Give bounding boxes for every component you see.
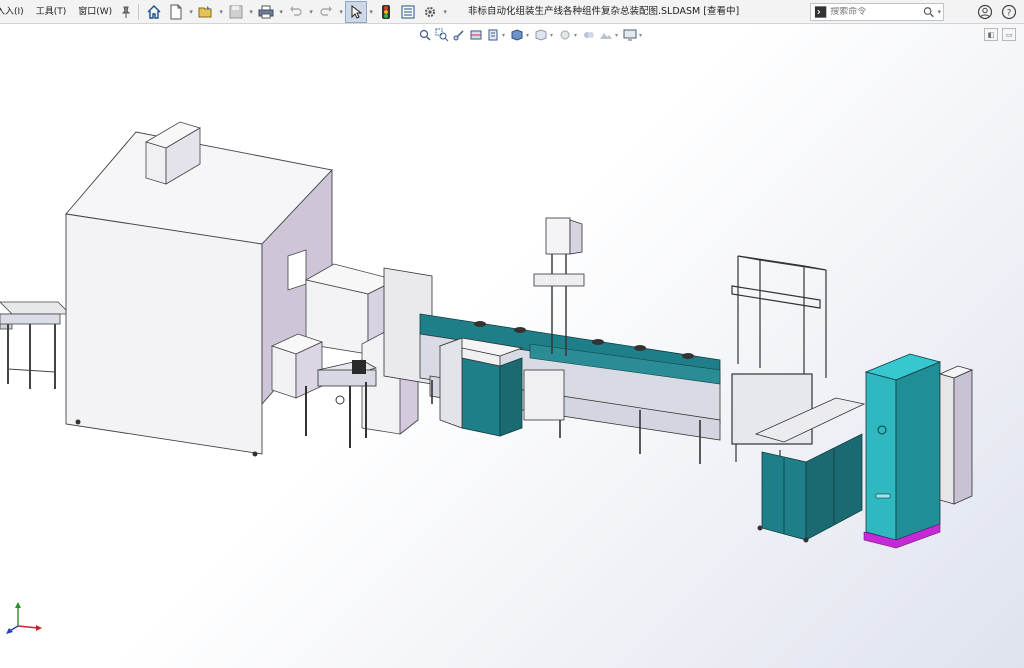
restore-window-icon[interactable]: ◧: [984, 28, 998, 41]
redo-dropdown-icon[interactable]: ▾: [337, 8, 345, 16]
search-box[interactable]: ▾: [810, 3, 944, 21]
print-icon[interactable]: [255, 1, 277, 23]
print-dropdown-icon[interactable]: ▾: [277, 8, 285, 16]
command-icon: [814, 6, 827, 18]
infeed-conveyor[interactable]: [0, 301, 71, 389]
user-account-icon[interactable]: [976, 3, 994, 21]
scene-dropdown-icon[interactable]: ▾: [615, 32, 621, 39]
view-settings-icon[interactable]: [622, 27, 638, 43]
large-enclosure[interactable]: [65, 121, 333, 457]
annotation-dropdown-icon[interactable]: ▾: [502, 32, 508, 39]
apply-scene-icon[interactable]: [598, 27, 614, 43]
maximize-window-icon[interactable]: ▭: [1002, 28, 1016, 41]
electrical-cabinet[interactable]: [863, 353, 942, 549]
options-dropdown-icon[interactable]: ▾: [441, 8, 449, 16]
traffic-light-icon[interactable]: [375, 1, 397, 23]
svg-text:?: ?: [1007, 9, 1012, 19]
select-arrow-icon[interactable]: [345, 0, 368, 23]
edit-appearance-icon[interactable]: [581, 27, 597, 43]
new-document-icon[interactable]: [165, 1, 187, 23]
view-settings-dropdown-icon[interactable]: ▾: [639, 32, 645, 39]
search-icon[interactable]: [922, 5, 935, 19]
options-gear-icon[interactable]: [419, 1, 441, 23]
undo-icon[interactable]: [285, 1, 307, 23]
search-input[interactable]: [830, 7, 923, 17]
zoom-to-fit-icon[interactable]: [417, 27, 433, 43]
select-dropdown-icon[interactable]: ▾: [367, 8, 375, 16]
save-icon[interactable]: [225, 1, 247, 23]
hide-show-icon[interactable]: [557, 27, 573, 43]
search-dropdown-icon[interactable]: ▾: [935, 8, 943, 16]
account-controls: ?: [976, 3, 1018, 21]
open-folder-icon[interactable]: [195, 1, 217, 23]
home-icon[interactable]: [143, 1, 165, 23]
file-properties-icon[interactable]: [397, 1, 419, 23]
open-dropdown-icon[interactable]: ▾: [217, 8, 225, 16]
help-icon[interactable]: ?: [1000, 3, 1018, 21]
window-title: 非标自动化组装生产线各种组件复杂总装配图.SLDASM [查看中]: [468, 6, 740, 17]
section-view-icon[interactable]: [468, 27, 484, 43]
view-orientation-icon[interactable]: [509, 27, 525, 43]
menu-insert[interactable]: 入入(I): [0, 0, 30, 24]
pin-icon[interactable]: [118, 0, 134, 24]
orientation-dropdown-icon[interactable]: ▾: [526, 32, 532, 39]
new-dropdown-icon[interactable]: ▾: [187, 8, 195, 16]
hide-show-dropdown-icon[interactable]: ▾: [574, 32, 580, 39]
coordinate-triad-icon: [6, 602, 42, 634]
control-cabinet-left[interactable]: [438, 337, 524, 437]
display-dropdown-icon[interactable]: ▾: [550, 32, 556, 39]
menu-bar: 入入(I) 工具(T) 窗口(W): [0, 0, 134, 24]
menu-window[interactable]: 窗口(W): [72, 0, 118, 24]
dynamic-annotation-icon[interactable]: [485, 27, 501, 43]
document-window-controls: ◧ ▭: [984, 28, 1016, 41]
undo-dropdown-icon[interactable]: ▾: [307, 8, 315, 16]
zoom-area-icon[interactable]: [434, 27, 450, 43]
save-dropdown-icon[interactable]: ▾: [247, 8, 255, 16]
side-cabinet[interactable]: [938, 365, 974, 505]
graphics-area[interactable]: [0, 24, 1024, 668]
redo-icon[interactable]: [315, 1, 337, 23]
assembly-model[interactable]: [0, 24, 1024, 668]
previous-view-icon[interactable]: [451, 27, 467, 43]
title-bar: 入入(I) 工具(T) 窗口(W) ▾ ▾ ▾ ▾ ▾ ▾ ▾ ▾ 非标自动化组…: [0, 0, 1024, 24]
heads-up-view-toolbar: ▾ ▾ ▾ ▾ ▾ ▾: [417, 26, 645, 44]
menu-tools[interactable]: 工具(T): [30, 0, 73, 24]
display-style-icon[interactable]: [533, 27, 549, 43]
separator: [138, 3, 140, 20]
